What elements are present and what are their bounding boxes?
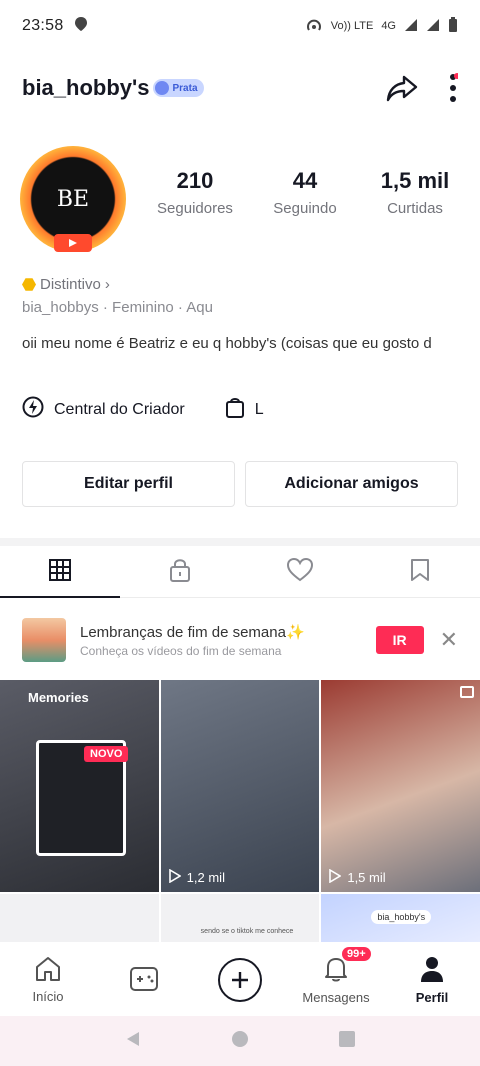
profile-stats: 210 Seguidores 44 Seguindo 1,5 mil Curti… (140, 168, 470, 217)
shopping-bag-icon (225, 396, 245, 423)
memories-title: Lembranças de fim de semana✨ (80, 623, 305, 641)
more-icon[interactable] (448, 73, 458, 103)
home-icon (34, 956, 62, 985)
profile-icon (419, 955, 445, 986)
distintivo-icon (22, 278, 36, 291)
bio-text: oii meu nome é Beatriz e eu q hobby's (c… (22, 335, 432, 352)
bookmark-icon (410, 558, 430, 587)
photo-icon (460, 686, 475, 698)
tab-private[interactable] (120, 548, 240, 597)
content-tabs (0, 548, 480, 598)
memories-label: Memories (28, 690, 89, 705)
play-icon (168, 868, 182, 886)
video-thumbnail[interactable]: Memories NOVO (0, 680, 159, 892)
profile-actions: Editar perfil Adicionar amigos (22, 461, 458, 507)
level-badge[interactable]: Prata (153, 79, 204, 97)
creator-tools-row: Central do Criador L (22, 396, 480, 423)
video-thumbnail[interactable]: sendo se o tiktok me conhece (160, 894, 320, 942)
nav-messages[interactable]: 99+ Mensagens (288, 947, 384, 1005)
video-thumbnail[interactable]: 1,5 mil (321, 680, 480, 892)
tab-saved[interactable] (360, 548, 480, 597)
tab-liked[interactable] (240, 548, 360, 597)
status-bar: 23:58 Vo)) LTE 4G (0, 0, 480, 52)
badge-icon (155, 81, 170, 95)
nav-home-label: Início (32, 989, 64, 1004)
shop-button[interactable]: L (225, 396, 264, 423)
thumbnail-caption: sendo se o tiktok me conhece (200, 928, 294, 935)
live-icon (54, 234, 92, 252)
videos-grid-icon (48, 558, 72, 587)
video-thumbnail[interactable]: bia_hobby's (321, 894, 480, 942)
nav-home[interactable]: Início (0, 956, 96, 1004)
recents-icon[interactable] (338, 1030, 356, 1053)
go-button[interactable]: IR (375, 626, 424, 654)
nav-games[interactable] (96, 966, 192, 995)
video-thumbnail[interactable] (0, 894, 159, 942)
nav-create[interactable] (192, 958, 288, 1002)
add-friends-button[interactable]: Adicionar amigos (245, 461, 458, 507)
profile-summary: BE 210 Seguidores 44 Seguindo 1,5 mil Cu… (0, 146, 480, 266)
followers-label: Seguidores (157, 200, 233, 217)
games-icon (129, 966, 159, 995)
profile-meta: bia_hobbys · Feminino · Aqu (22, 299, 213, 316)
notification-badge: 99+ (342, 947, 371, 961)
nav-profile[interactable]: Perfil (384, 955, 480, 1005)
likes-count: 1,5 mil (380, 168, 450, 193)
new-badge: NOVO (84, 746, 129, 762)
memories-subtitle: Conheça os vídeos do fim de semana (80, 643, 282, 658)
following-label: Seguindo (273, 200, 337, 217)
lock-icon (168, 557, 192, 588)
distintivo-link[interactable]: Distintivo › (22, 276, 462, 293)
following-count: 44 (292, 168, 318, 193)
back-icon[interactable] (124, 1030, 142, 1053)
video-grid: Memories NOVO 1,2 mil 1,5 mil (0, 680, 480, 892)
view-count-value: 1,5 mil (347, 870, 386, 885)
battery-icon (448, 16, 458, 36)
avatar-logo: BE (33, 159, 113, 239)
shop-label: L (254, 400, 264, 418)
distintivo-label: Distintivo (40, 276, 101, 293)
creator-center-label: Central do Criador (54, 400, 185, 418)
following-stat[interactable]: 44 Seguindo (250, 168, 360, 217)
heart-icon (286, 557, 314, 587)
memories-thumbnail (22, 618, 66, 662)
nav-messages-label: Mensagens (302, 990, 370, 1005)
section-divider (0, 538, 480, 546)
view-count: 1,5 mil (329, 868, 386, 886)
followers-stat[interactable]: 210 Seguidores (140, 168, 250, 217)
nav-profile-label: Perfil (415, 990, 449, 1005)
view-count-value: 1,2 mil (186, 870, 225, 885)
thumbnail-username: bia_hobby's (371, 910, 432, 924)
video-thumbnail[interactable]: 1,2 mil (160, 680, 320, 892)
play-icon (329, 868, 342, 886)
tab-videos[interactable] (0, 548, 120, 598)
badge-label: Prata (172, 82, 198, 94)
close-icon[interactable]: ✕ (440, 627, 458, 653)
home-circle-icon[interactable] (231, 1030, 249, 1053)
likes-label: Curtidas (387, 200, 443, 217)
system-navigation (0, 1016, 480, 1066)
page-title: bia_hobby's (22, 75, 150, 100)
likes-stat[interactable]: 1,5 mil Curtidas (360, 168, 470, 217)
creator-center-button[interactable]: Central do Criador (22, 396, 185, 423)
followers-count: 210 (176, 168, 214, 193)
chevron-right-icon: › (104, 276, 110, 293)
volte-icon: Vo)) LTE (330, 20, 374, 32)
bio-section: Distintivo › bia_hobbys · Feminino · Aqu… (22, 276, 462, 354)
plus-icon (218, 958, 262, 1002)
view-count: 1,2 mil (168, 868, 225, 886)
lightning-icon (22, 396, 44, 423)
profile-header: bia_hobby's Prata (0, 60, 480, 116)
network-type: 4G (381, 20, 396, 32)
memories-banner: Lembranças de fim de semana✨ Conheça os … (0, 612, 480, 668)
signal-icon-2 (426, 18, 440, 35)
signal-icon (404, 18, 418, 35)
status-time: 23:58 (22, 17, 64, 34)
share-icon[interactable] (386, 74, 418, 102)
bottom-navigation: Início 99+ Mensagens Perfil (0, 944, 480, 1016)
hotspot-icon (305, 17, 323, 36)
notification-icon (74, 16, 88, 37)
edit-profile-button[interactable]: Editar perfil (22, 461, 235, 507)
video-grid-row-2: sendo se o tiktok me conhece bia_hobby's (0, 894, 480, 942)
